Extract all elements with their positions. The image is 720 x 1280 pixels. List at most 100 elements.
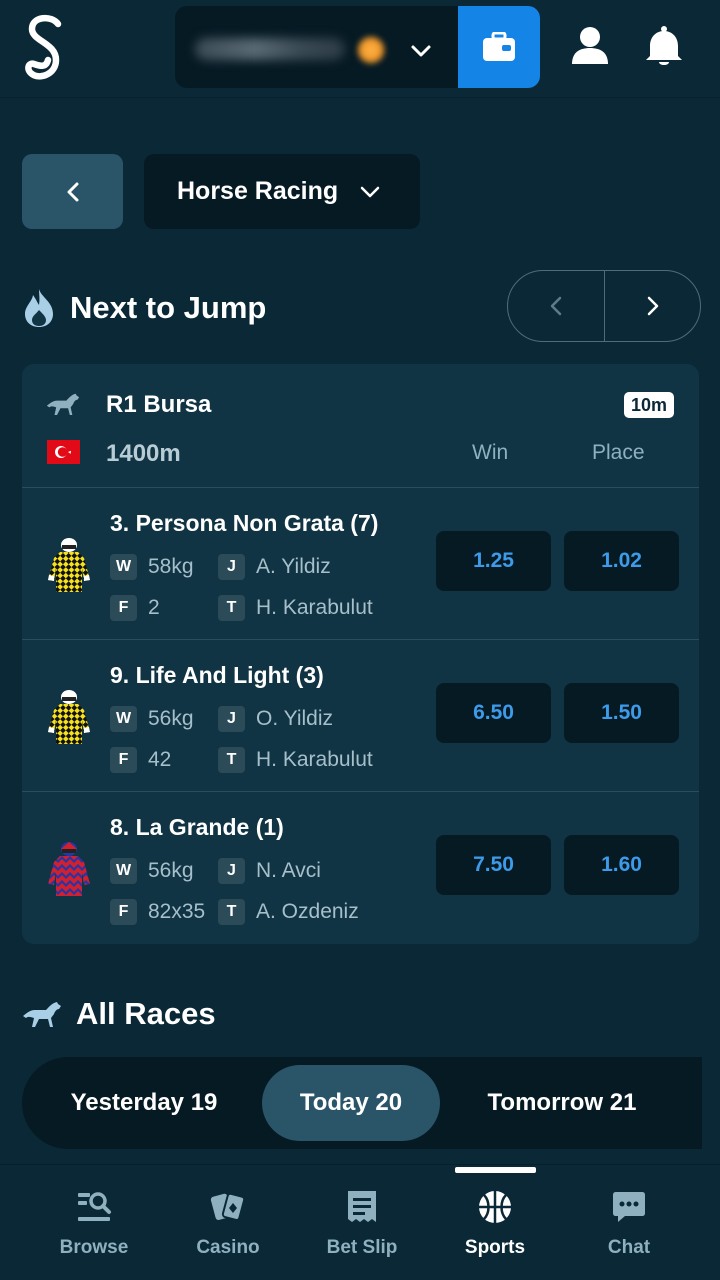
win-odds-button[interactable]: 1.25 [436, 531, 551, 591]
tab-yesterday[interactable]: Yesterday 19 [44, 1065, 244, 1141]
chevron-left-icon [67, 182, 78, 201]
active-tab-indicator [455, 1167, 536, 1173]
form-value: 82x35 [148, 900, 206, 923]
runner-trainer: T H. Karabulut [218, 595, 373, 621]
nav-chat-label: Chat [607, 1237, 651, 1258]
runner-form: F2 [110, 595, 160, 621]
nav-bet-slip[interactable]: Bet Slip [297, 1189, 427, 1259]
tab-today[interactable]: Today 20 [262, 1065, 440, 1141]
bet-slip-icon [348, 1191, 376, 1222]
race-header[interactable]: R1 Bursa 10m 1400m Win Place [22, 364, 699, 488]
runner-row: 8. La Grande (1) W 56kg J N. Avci F 82x35 T… [22, 792, 699, 944]
jockey-tag: J [218, 554, 245, 580]
pager-prev-button[interactable] [508, 271, 604, 341]
back-button[interactable] [22, 154, 123, 229]
weight-value: 56kg [148, 707, 194, 730]
runner-jockey: J A. Yildiz [218, 554, 331, 580]
runner-name[interactable]: 9. Life And Light (3) [110, 662, 324, 689]
profile-icon[interactable] [570, 24, 610, 68]
trainer-value: A. Ozdeniz [256, 900, 359, 923]
bell-icon[interactable] [644, 24, 684, 68]
form-value: 2 [148, 596, 160, 619]
jockey-tag: J [218, 706, 245, 732]
chat-icon [613, 1192, 645, 1222]
next-to-jump-heading: Next to Jump [22, 284, 266, 332]
win-odds-button[interactable]: 6.50 [436, 683, 551, 743]
tab-tomorrow[interactable]: Tomorrow 21 [462, 1065, 662, 1141]
weight-value: 58kg [148, 555, 194, 578]
runner-form: F 82x35 [110, 899, 205, 925]
nav-sports[interactable]: Sports [430, 1189, 560, 1259]
nav-browse-label: Browse [59, 1237, 129, 1258]
sport-selector-dropdown[interactable]: Horse Racing [144, 154, 420, 229]
browse-icon [78, 1192, 111, 1221]
runner-jockey: J N. Avci [218, 858, 321, 884]
place-odds-button[interactable]: 1.60 [564, 835, 679, 895]
casino-icon [210, 1192, 246, 1221]
runner-jockey: J O. Yildiz [218, 706, 333, 732]
runner-name[interactable]: 3. Persona Non Grata (7) [110, 510, 378, 537]
runner-weight: W 58kg [110, 554, 194, 580]
trainer-tag: T [218, 747, 245, 773]
horse-icon [23, 1002, 61, 1027]
flame-icon [25, 289, 53, 327]
day-tabs: Yesterday 19 Today 20 Tomorrow 21 [22, 1057, 702, 1149]
bottom-nav: Browse Casino Bet Slip Sports Chat [0, 1164, 720, 1280]
nav-bet-slip-label: Bet Slip [326, 1237, 398, 1258]
runner-trainer: T A. Ozdeniz [218, 899, 359, 925]
weight-tag: W [110, 858, 137, 884]
win-odds-button[interactable]: 7.50 [436, 835, 551, 895]
balance-amount-hidden [195, 38, 345, 60]
coin-icon [357, 36, 385, 64]
all-races-heading: All Races [22, 992, 216, 1036]
weight-tag: W [110, 706, 137, 732]
runner-name[interactable]: 8. La Grande (1) [110, 814, 284, 841]
trainer-tag: T [218, 899, 245, 925]
nav-sports-label: Sports [464, 1237, 526, 1258]
nav-casino-label: Casino [196, 1237, 260, 1258]
trainer-value: H. Karabulut [256, 748, 373, 771]
nav-casino[interactable]: Casino [163, 1189, 293, 1259]
runner-weight: W 56kg [110, 858, 194, 884]
race-name: R1 Bursa [106, 391, 212, 418]
chevron-right-icon [647, 296, 658, 316]
brand-logo[interactable] [18, 10, 70, 86]
balance-dropdown[interactable] [175, 6, 458, 88]
runner-row: 9. Life And Light (3) W 56kg J O. Yildiz F… [22, 640, 699, 792]
nav-chat[interactable]: Chat [564, 1189, 694, 1259]
place-odds-button[interactable]: 1.02 [564, 531, 679, 591]
sport-selector-label: Horse Racing [177, 177, 339, 205]
race-distance: 1400m [106, 440, 181, 467]
horse-icon [46, 393, 80, 416]
runner-row: 3. Persona Non Grata (7) W 58kg J A. Yildi… [22, 488, 699, 640]
jockey-silk-icon [48, 842, 90, 896]
win-column-header: Win [472, 441, 509, 464]
all-races-title: All Races [76, 996, 216, 1031]
jockey-tag: J [218, 858, 245, 884]
form-value: 42 [148, 748, 172, 771]
place-odds-button[interactable]: 1.50 [564, 683, 679, 743]
race-card: R1 Bursa 10m 1400m Win Place 3. Persona … [22, 364, 699, 944]
time-to-jump-badge: 10m [624, 392, 675, 418]
runner-weight: W 56kg [110, 706, 194, 732]
chevron-down-icon [360, 186, 380, 198]
form-tag: F [110, 747, 137, 773]
nav-browse[interactable]: Browse [29, 1189, 159, 1259]
next-to-jump-title: Next to Jump [70, 290, 267, 325]
form-tag: F [110, 595, 137, 621]
form-tag: F [110, 899, 137, 925]
runner-form: F 42 [110, 747, 171, 773]
chevron-left-icon [550, 296, 562, 316]
jockey-value: N. Avci [256, 859, 321, 882]
jockey-value: A. Yildiz [256, 555, 331, 578]
weight-value: 56kg [148, 859, 194, 882]
trainer-tag: T [218, 595, 245, 621]
turkey-flag-icon [47, 440, 80, 464]
jockey-silk-icon [48, 538, 90, 592]
trainer-value: H. Karabulut [256, 596, 373, 619]
race-pager [507, 270, 701, 342]
wallet-button[interactable] [458, 6, 540, 88]
sports-icon [479, 1191, 511, 1223]
jockey-silk-icon [48, 690, 90, 744]
pager-next-button[interactable] [604, 271, 700, 341]
